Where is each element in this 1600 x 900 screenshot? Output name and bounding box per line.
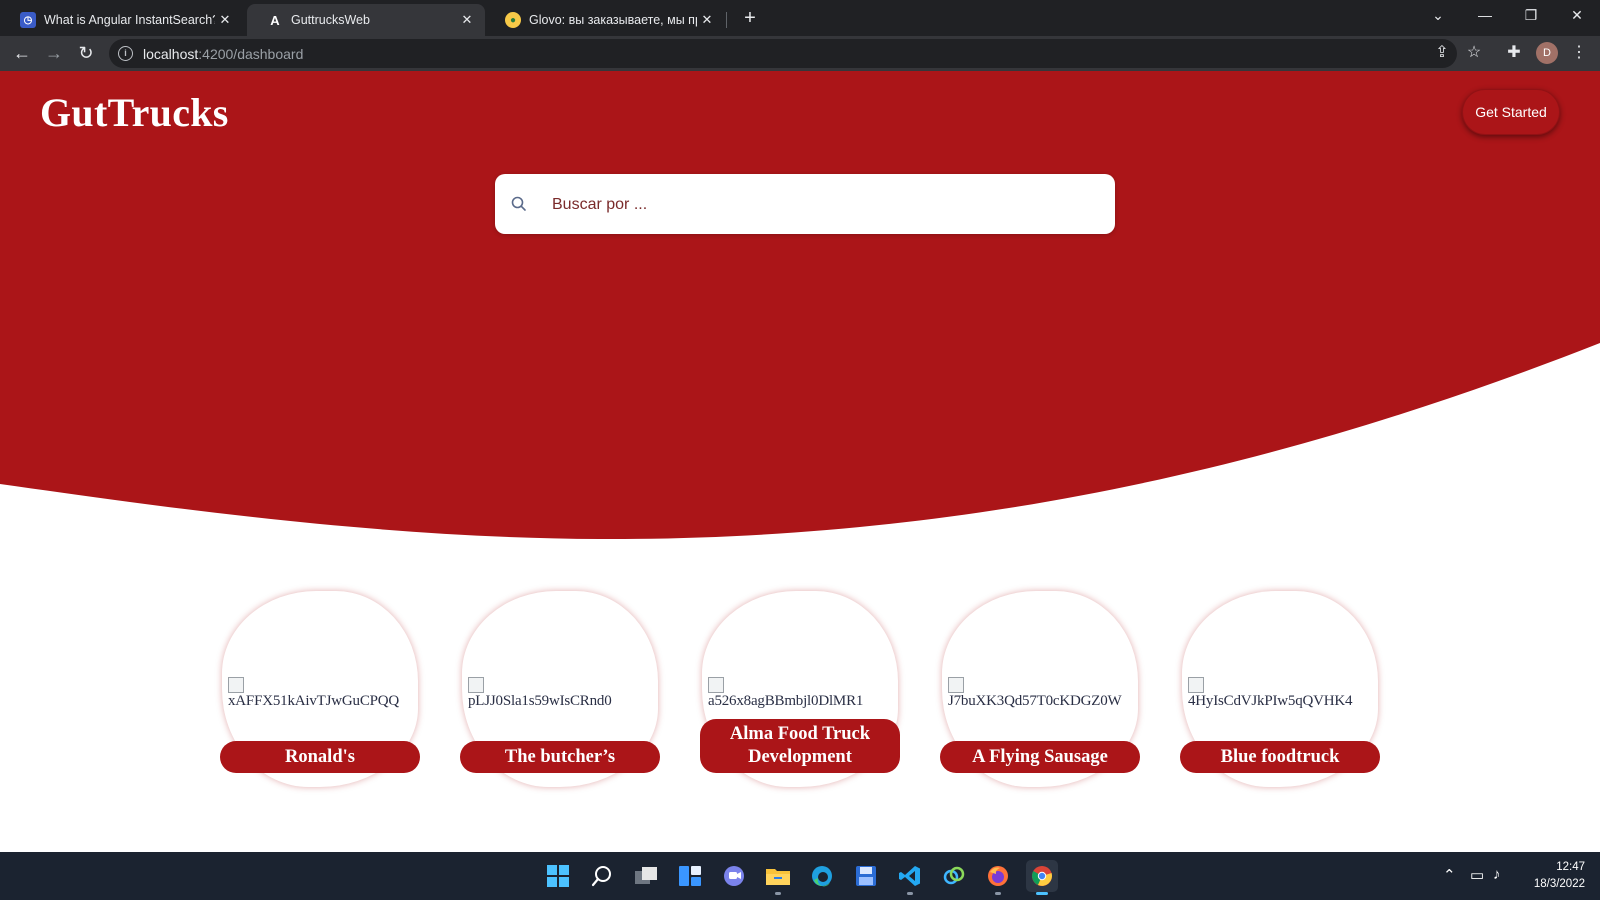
browser-toolbar: ← → ↻ i localhost:4200/dashboard ⇪ ☆ ✚ ⋮ bbox=[0, 36, 1600, 71]
truck-card[interactable]: J7buXK3Qd57T0cKDGZ0W A Flying Sausage bbox=[940, 591, 1140, 791]
close-tab-icon[interactable]: ✕ bbox=[697, 12, 717, 28]
truck-card[interactable]: 4HyIsCdVJkPIw5qQVHK4 Blue foodtruck bbox=[1180, 591, 1380, 791]
task-view-icon[interactable] bbox=[630, 860, 662, 892]
truck-image[interactable]: xAFFX51kAivTJwGuCPQQ bbox=[228, 675, 418, 710]
vscode-icon[interactable] bbox=[894, 860, 926, 895]
chat-icon[interactable] bbox=[718, 860, 750, 892]
restore-icon[interactable]: ❐ bbox=[1508, 0, 1554, 32]
running-indicator bbox=[907, 892, 913, 895]
running-indicator bbox=[995, 892, 1001, 895]
save-app-icon[interactable] bbox=[850, 860, 882, 892]
truck-name-label[interactable]: Blue foodtruck bbox=[1180, 741, 1380, 773]
truck-image[interactable]: pLJJ0Sla1s59wIsCRnd0 bbox=[468, 675, 658, 710]
new-tab-icon[interactable]: + bbox=[738, 6, 762, 30]
truck-name-label[interactable]: A Flying Sausage bbox=[940, 741, 1140, 773]
minimize-icon[interactable]: — bbox=[1462, 0, 1508, 32]
broken-image-icon bbox=[468, 677, 484, 693]
broken-image-icon bbox=[708, 677, 724, 693]
close-tab-icon[interactable]: ✕ bbox=[457, 12, 477, 28]
edge-icon[interactable] bbox=[806, 860, 838, 892]
search-icon bbox=[511, 196, 526, 211]
tab-title: Glovo: вы заказываете, мы прие bbox=[529, 13, 697, 27]
browser-tab-strip: ◷ What is Angular InstantSearch? | ✕ A G… bbox=[0, 0, 1600, 36]
chrome-menu-icon[interactable]: ⋮ bbox=[1567, 41, 1591, 65]
truck-card-list: xAFFX51kAivTJwGuCPQQ Ronald's pLJJ0Sla1s… bbox=[0, 591, 1600, 831]
search-input[interactable] bbox=[550, 188, 1094, 222]
glovo-favicon-icon: ● bbox=[505, 12, 521, 28]
profile-avatar[interactable]: D bbox=[1536, 42, 1558, 64]
algolia-favicon-icon: ◷ bbox=[20, 12, 36, 28]
chrome-icon[interactable] bbox=[1026, 860, 1058, 895]
tab-title: GuttrucksWeb bbox=[291, 13, 370, 27]
image-alt-text: 4HyIsCdVJkPIw5qQVHK4 bbox=[1188, 693, 1353, 709]
image-alt-text: a526x8agBBmbjl0DlMR1 bbox=[708, 693, 864, 709]
file-explorer-icon[interactable] bbox=[762, 860, 794, 895]
active-indicator bbox=[1036, 892, 1048, 895]
truck-image[interactable]: 4HyIsCdVJkPIw5qQVHK4 bbox=[1188, 675, 1378, 710]
truck-card[interactable]: a526x8agBBmbjl0DlMR1 Alma Food Truck Dev… bbox=[700, 591, 900, 791]
search-bar[interactable] bbox=[495, 174, 1115, 234]
close-tab-icon[interactable]: ✕ bbox=[215, 12, 235, 28]
network-icon[interactable]: ▭ bbox=[1470, 866, 1484, 884]
tab-separator bbox=[726, 12, 727, 28]
image-alt-text: J7buXK3Qd57T0cKDGZ0W bbox=[948, 693, 1122, 709]
truck-name-label[interactable]: Alma Food Truck Development bbox=[700, 719, 900, 773]
clock-date: 18/3/2022 bbox=[1533, 878, 1585, 890]
extensions-puzzle-icon[interactable]: ✚ bbox=[1502, 41, 1526, 65]
search-icon[interactable] bbox=[586, 860, 618, 892]
browser-tab-guttrucksweb[interactable]: A GuttrucksWeb ✕ bbox=[247, 4, 485, 36]
system-clock[interactable]: 12:47 18/3/2022 bbox=[1515, 859, 1585, 893]
tab-title: What is Angular InstantSearch? | bbox=[44, 13, 215, 27]
tab-search-chevron-icon[interactable]: ⌄ bbox=[1415, 0, 1461, 32]
broken-image-icon bbox=[1188, 677, 1204, 693]
browser-tab-glovo[interactable]: ● Glovo: вы заказываете, мы прие ✕ bbox=[485, 4, 725, 36]
share-icon[interactable]: ⇪ bbox=[1430, 41, 1454, 65]
broken-image-icon bbox=[948, 677, 964, 693]
start-icon[interactable] bbox=[542, 860, 574, 892]
truck-image[interactable]: a526x8agBBmbjl0DlMR1 bbox=[708, 675, 898, 710]
angular-favicon-icon: A bbox=[270, 12, 280, 28]
tray-chevron-up-icon[interactable]: ⌃ bbox=[1443, 866, 1456, 884]
app-icon[interactable] bbox=[938, 860, 970, 892]
url-host: localhost bbox=[143, 46, 199, 62]
forward-arrow-icon[interactable]: → bbox=[41, 40, 67, 66]
truck-card[interactable]: pLJJ0Sla1s59wIsCRnd0 The butcher’s bbox=[460, 591, 660, 791]
site-info-icon[interactable]: i bbox=[118, 46, 133, 61]
windows-taskbar: ⌃ ▭ ♪ 12:47 18/3/2022 bbox=[0, 852, 1600, 900]
back-arrow-icon[interactable]: ← bbox=[9, 40, 35, 66]
firefox-icon[interactable] bbox=[982, 860, 1014, 895]
volume-icon[interactable]: ♪ bbox=[1493, 866, 1501, 883]
reload-icon[interactable]: ↻ bbox=[73, 40, 99, 66]
truck-image[interactable]: J7buXK3Qd57T0cKDGZ0W bbox=[948, 675, 1138, 710]
image-alt-text: pLJJ0Sla1s59wIsCRnd0 bbox=[468, 693, 612, 709]
hero-wave-shape bbox=[0, 71, 1600, 540]
truck-card[interactable]: xAFFX51kAivTJwGuCPQQ Ronald's bbox=[220, 591, 420, 791]
address-url[interactable]: localhost:4200/dashboard bbox=[143, 46, 303, 62]
url-path: :4200/dashboard bbox=[198, 46, 304, 62]
truck-name-label[interactable]: The butcher’s bbox=[460, 741, 660, 773]
running-indicator bbox=[775, 892, 781, 895]
address-bar[interactable]: i localhost:4200/dashboard bbox=[109, 39, 1457, 68]
get-started-button[interactable]: Get Started bbox=[1462, 89, 1560, 135]
brand-logo[interactable]: GutTrucks bbox=[40, 89, 229, 136]
clock-time: 12:47 bbox=[1556, 861, 1585, 873]
truck-name-label[interactable]: Ronald's bbox=[220, 741, 420, 773]
broken-image-icon bbox=[228, 677, 244, 693]
window-close-icon[interactable]: ✕ bbox=[1554, 0, 1600, 32]
image-alt-text: xAFFX51kAivTJwGuCPQQ bbox=[228, 693, 400, 709]
browser-tab-angular-instantsearch[interactable]: ◷ What is Angular InstantSearch? | ✕ bbox=[0, 4, 243, 36]
widgets-icon[interactable] bbox=[674, 860, 706, 892]
bookmark-star-icon[interactable]: ☆ bbox=[1462, 41, 1486, 65]
dashboard-page: GutTrucks Get Started xAFFX51kAivTJwGuCP… bbox=[0, 71, 1600, 852]
